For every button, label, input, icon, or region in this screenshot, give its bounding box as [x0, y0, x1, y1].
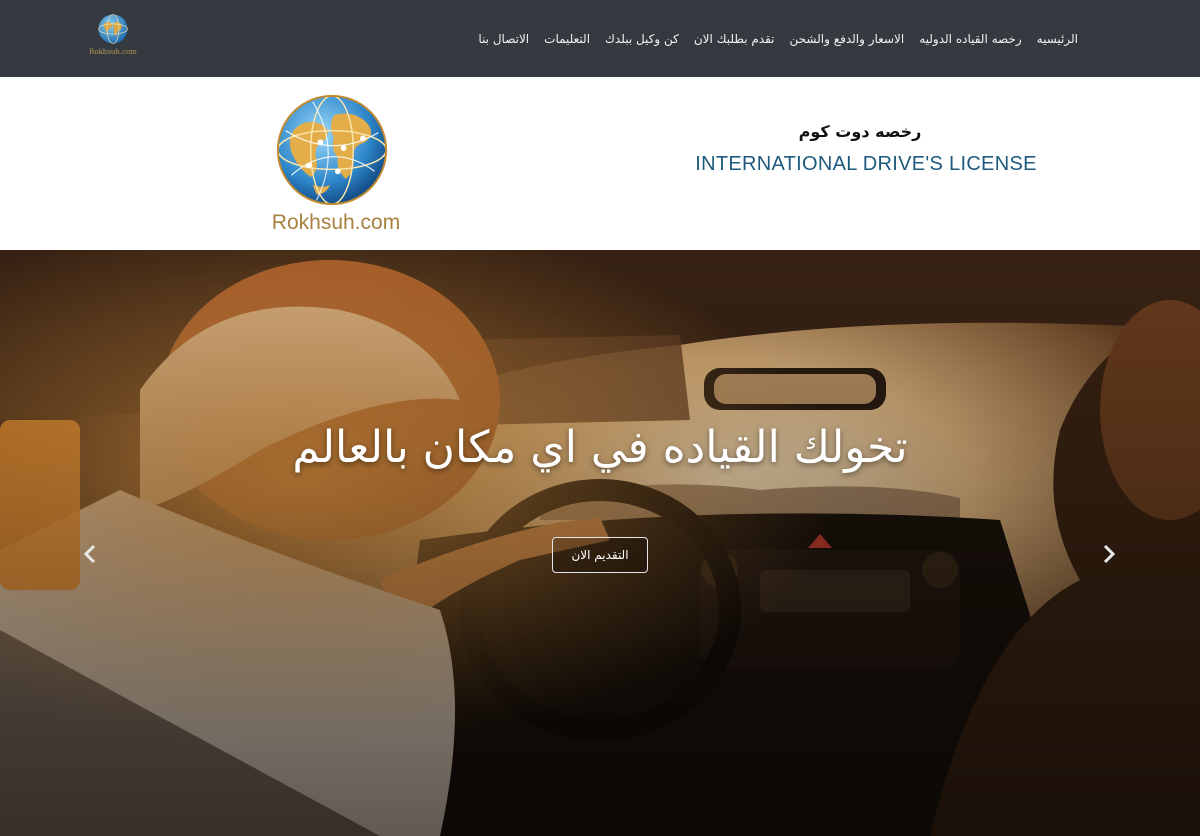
- hero-carousel: تخولك القياده في اي مكان بالعالم التقديم…: [0, 250, 1200, 836]
- carousel-prev-button[interactable]: [80, 542, 100, 566]
- apply-now-button[interactable]: التقديم الان: [552, 537, 648, 573]
- logo-wordmark: Rokhsuh.com: [271, 211, 401, 234]
- nav-item-become-agent[interactable]: كن وكيل ببلدك: [605, 32, 679, 46]
- site-title-arabic: رخصه دوت كوم: [798, 122, 922, 141]
- nav-item-international-license[interactable]: رخصه القياده الدوليه: [919, 32, 1021, 46]
- chevron-left-icon: [83, 544, 96, 564]
- nav-item-home[interactable]: الرئيسيه: [1037, 32, 1078, 46]
- chevron-right-icon: [1103, 544, 1116, 564]
- globe-logo-icon: [98, 14, 128, 44]
- main-nav: الرئيسيه رخصه القياده الدوليه الاسعار وا…: [478, 0, 1078, 77]
- site-title-english: INTERNATIONAL DRIVE'S LICENSE: [695, 153, 1037, 175]
- nav-item-contact[interactable]: الاتصال بنا: [478, 32, 529, 46]
- nav-item-apply-now[interactable]: تقدم بطلبك الان: [694, 32, 775, 46]
- globe-logo-icon[interactable]: [274, 92, 390, 208]
- nav-item-pricing-shipping[interactable]: الاسعار والدفع والشحن: [790, 32, 905, 46]
- hero-headline: تخولك القياده في اي مكان بالعالم: [292, 422, 908, 473]
- brand-header: Rokhsuh.com رخصه دوت كوم INTERNATIONAL D…: [0, 77, 1200, 250]
- top-navbar: Rokhsuh.com الرئيسيه رخصه القياده الدولي…: [0, 0, 1200, 77]
- carousel-next-button[interactable]: [1099, 542, 1119, 566]
- nav-item-instructions[interactable]: التعليمات: [544, 32, 590, 46]
- navbar-logo[interactable]: Rokhsuh.com: [86, 12, 140, 66]
- navbar-logo-caption: Rokhsuh.com: [89, 48, 137, 56]
